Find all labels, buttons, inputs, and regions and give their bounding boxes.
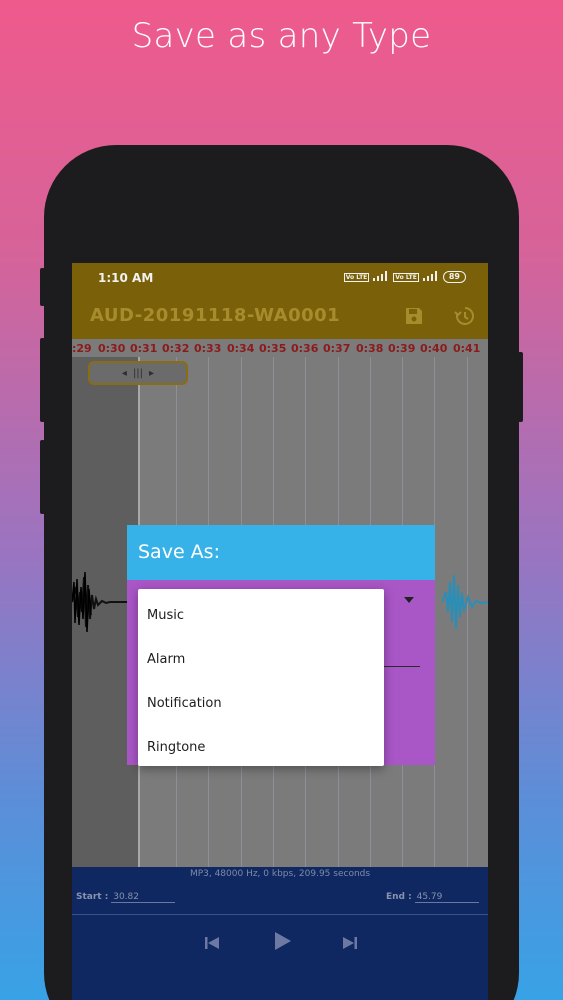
grip-icon: |||: [132, 367, 144, 379]
battery-indicator: 89: [442, 271, 466, 283]
status-bar: 1:10 AM Vo LTE Vo LTE 89: [72, 263, 488, 293]
tick-label: 0:39: [388, 342, 416, 355]
volte-icon-2: Vo LTE: [393, 272, 419, 282]
phone-side-button: [40, 440, 45, 514]
menu-item-music[interactable]: Music: [138, 593, 384, 637]
dropdown-arrow-icon[interactable]: [404, 597, 414, 603]
tick-label: 0:31: [130, 342, 158, 355]
end-field: End : 45.79: [386, 892, 479, 903]
bottom-panel: MP3, 48000 Hz, 0 kbps, 209.95 seconds St…: [72, 867, 488, 1000]
end-label: End :: [386, 892, 412, 902]
tick-label: 0:37: [323, 342, 351, 355]
tick-label: 0:33: [194, 342, 222, 355]
tick-label: 0:35: [259, 342, 287, 355]
status-time: 1:10 AM: [98, 271, 154, 285]
chevron-left-icon: ◂: [121, 367, 127, 379]
phone-screen: 1:10 AM Vo LTE Vo LTE 89 AUD-20191118-WA…: [72, 263, 488, 1000]
tick-label: 0:30: [98, 342, 126, 355]
skip-next-icon[interactable]: [340, 933, 360, 953]
chevron-right-icon: ▸: [149, 367, 155, 379]
start-field: Start : 30.82: [76, 892, 176, 903]
promo-headline: Save as any Type: [131, 16, 432, 56]
start-input[interactable]: 30.82: [111, 892, 176, 903]
menu-item-ringtone[interactable]: Ringtone: [138, 725, 384, 769]
status-icons: Vo LTE Vo LTE 89: [343, 271, 466, 283]
phone-side-button: [40, 338, 45, 422]
tick-label: 0:41: [453, 342, 481, 355]
tick-label: :29: [72, 342, 92, 355]
timeline-ruler: :29 0:30 0:31 0:32 0:33 0:34 0:35 0:36 0…: [72, 339, 488, 357]
start-label: Start :: [76, 892, 109, 902]
menu-item-notification[interactable]: Notification: [138, 681, 384, 725]
history-icon[interactable]: [454, 305, 476, 327]
tick-label: 0:32: [162, 342, 190, 355]
dialog-title: Save As:: [127, 525, 435, 580]
type-dropdown-menu: Music Alarm Notification Ringtone: [138, 589, 384, 766]
waveform-right: [442, 574, 488, 630]
signal-icon-2: [422, 271, 439, 283]
divider: [72, 914, 488, 915]
volte-icon: Vo LTE: [343, 272, 370, 282]
start-marker-handle[interactable]: ◂ ||| ▸: [88, 361, 188, 385]
save-icon[interactable]: [404, 306, 424, 326]
audio-format-info: MP3, 48000 Hz, 0 kbps, 209.95 seconds: [189, 869, 371, 879]
phone-power-button: [518, 352, 523, 422]
menu-item-alarm[interactable]: Alarm: [138, 637, 384, 681]
tick-label: 0:38: [356, 342, 384, 355]
app-toolbar: AUD-20191118-WA0001: [72, 293, 488, 339]
end-input[interactable]: 45.79: [414, 892, 479, 903]
phone-side-button: [40, 268, 45, 306]
play-icon[interactable]: [270, 929, 294, 953]
tick-label: 0:36: [291, 342, 319, 355]
skip-previous-icon[interactable]: [202, 933, 222, 953]
tick-label: 0:40: [420, 342, 448, 355]
file-title: AUD-20191118-WA0001: [90, 305, 341, 326]
tick-label: 0:34: [227, 342, 255, 355]
signal-icon: [373, 271, 389, 283]
